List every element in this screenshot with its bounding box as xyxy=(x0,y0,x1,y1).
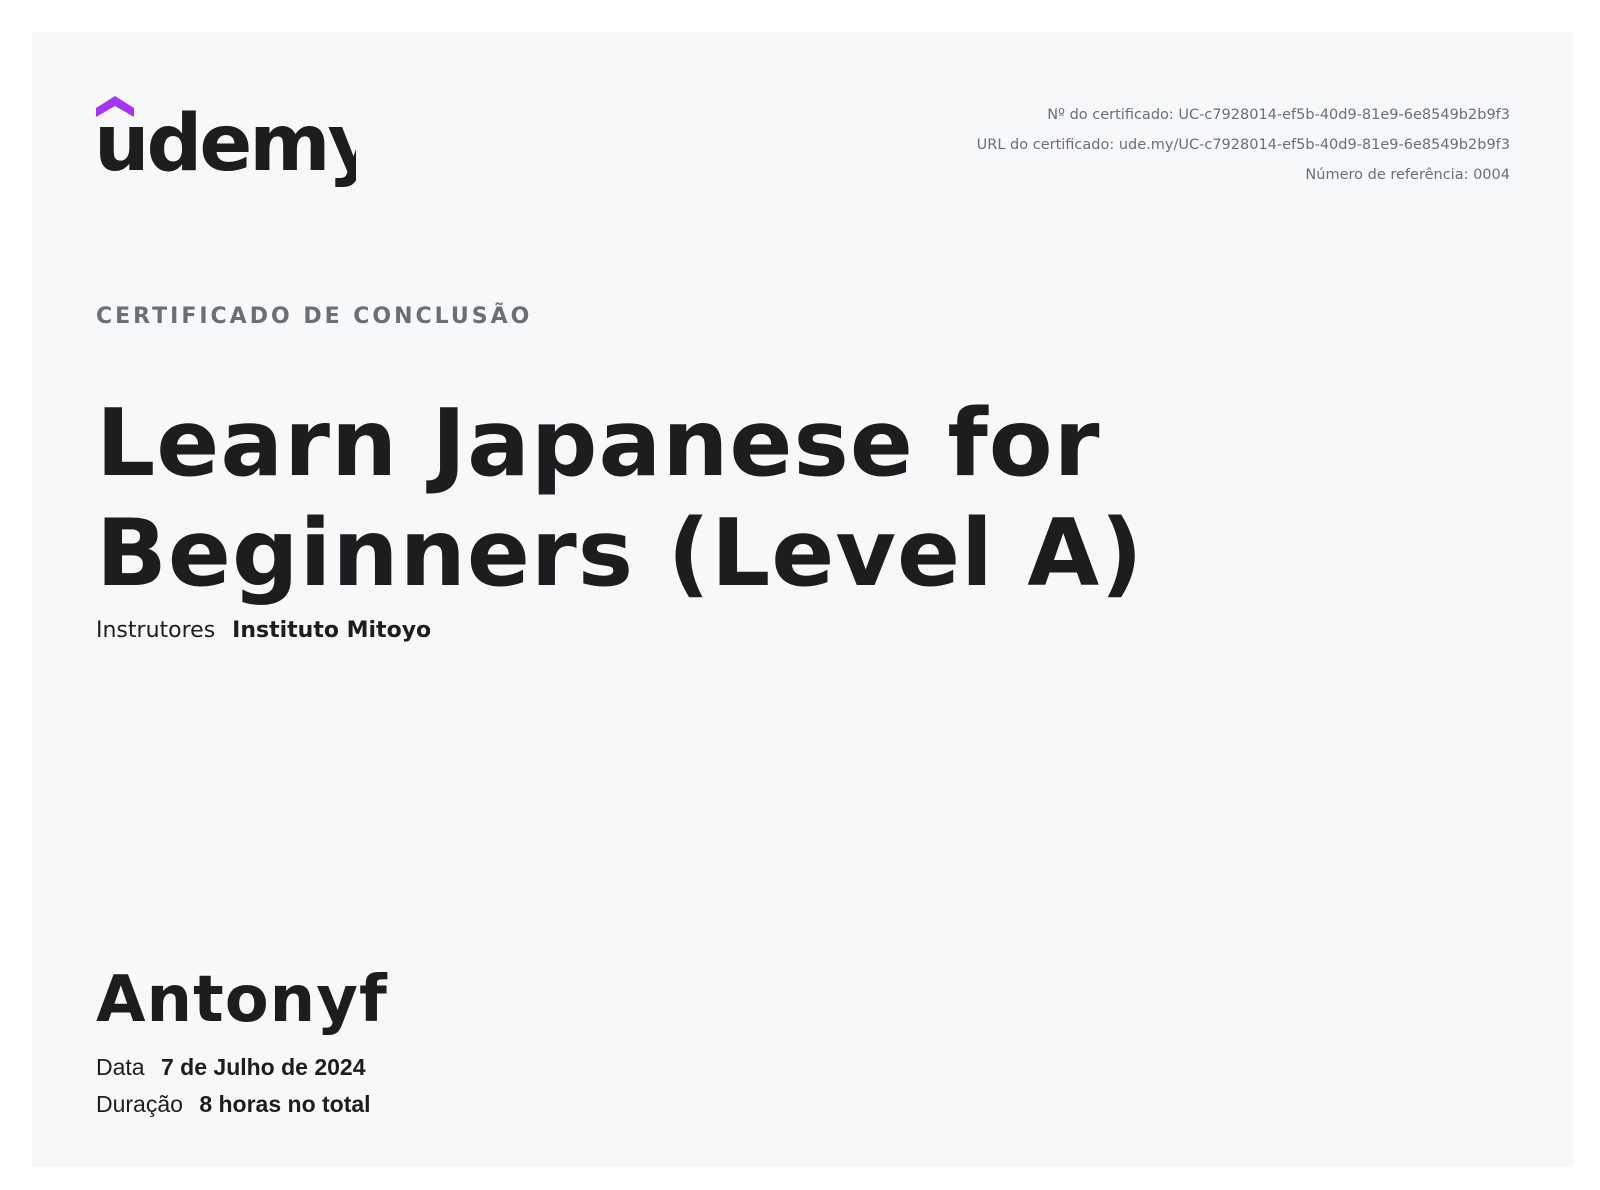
date-value: 7 de Julho de 2024 xyxy=(160,1054,366,1080)
certificate-number: Nº do certificado: UC-c7928014-ef5b-40d9… xyxy=(1047,107,1510,123)
date-label: Data xyxy=(96,1054,145,1080)
duration-line: Duração 8 horas no total xyxy=(96,1091,371,1118)
instructors-label: Instrutores xyxy=(96,618,216,643)
reference-number: Número de referência: 0004 xyxy=(1305,167,1510,183)
certificate-card: udemy Nº do certificado: UC-c7928014-ef5… xyxy=(32,32,1574,1167)
certificate-url[interactable]: URL do certificado: ude.my/UC-c7928014-e… xyxy=(977,130,1510,160)
instructors-line: Instrutores Instituto Mitoyo xyxy=(96,618,431,643)
duration-label: Duração xyxy=(96,1091,183,1117)
course-title: Learn Japanese for Beginners (Level A) xyxy=(96,389,1144,607)
duration-value: 8 horas no total xyxy=(199,1091,371,1117)
date-line: Data 7 de Julho de 2024 xyxy=(96,1054,366,1081)
certificate-eyebrow: CERTIFICADO DE CONCLUSÃO xyxy=(96,304,533,329)
udemy-logo: udemy xyxy=(96,94,356,194)
certificate-meta: Nº do certificado: UC-c7928014-ef5b-40d9… xyxy=(977,100,1510,190)
logo-wordmark: udemy xyxy=(96,99,356,189)
student-name: Antonyf xyxy=(96,963,388,1037)
instructors-value: Instituto Mitoyo xyxy=(232,618,432,643)
